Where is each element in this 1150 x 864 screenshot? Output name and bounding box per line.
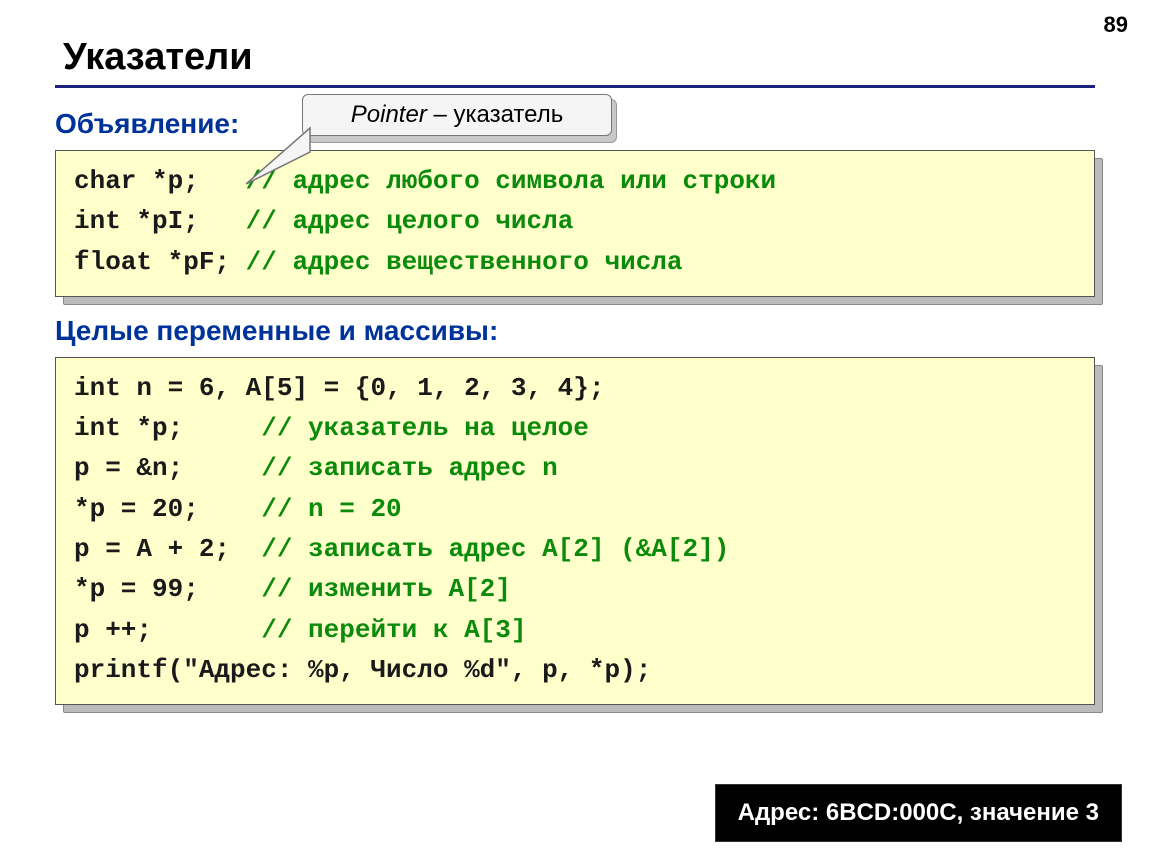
code-comment: // изменить A[2] (261, 574, 511, 604)
code-text: *p = 20; (74, 494, 261, 524)
code-comment: // записать адрес n (261, 453, 557, 483)
callout-bubble: Pointer – указатель (302, 94, 612, 136)
code-line: char *p; // адрес любого символа или стр… (74, 161, 1076, 201)
code-line: p = A + 2; // записать адрес A[2] (&A[2]… (74, 529, 1076, 569)
code-line: printf("Адрес: %p, Число %d", p, *p); (74, 650, 1076, 690)
subheading-variables: Целые переменные и массивы: (55, 315, 1095, 347)
code-comment: // записать адрес A[2] (&A[2]) (261, 534, 729, 564)
code-box-declarations: char *p; // адрес любого символа или стр… (55, 150, 1095, 297)
code-comment: // адрес любого символа или строки (246, 166, 777, 196)
output-box: Адрес: 6BCD:000C, значение 3 (715, 784, 1122, 842)
callout-tail-icon (240, 124, 320, 194)
code-text: int *pI; (74, 206, 246, 236)
code-text: p = A + 2; (74, 534, 261, 564)
title-divider (55, 85, 1095, 88)
code-text: float *pF; (74, 247, 246, 277)
code-line: *p = 99; // изменить A[2] (74, 569, 1076, 609)
callout-rest: – указатель (427, 101, 563, 128)
code-comment: // n = 20 (261, 494, 401, 524)
code-text: p = &n; (74, 453, 261, 483)
code-text: int *p; (74, 413, 261, 443)
code-line: p ++; // перейти к A[3] (74, 610, 1076, 650)
code-text: int n = 6, A[5] = {0, 1, 2, 3, 4}; (74, 373, 605, 403)
slide-title: Указатели (63, 36, 1095, 79)
code-line: *p = 20; // n = 20 (74, 489, 1076, 529)
code-text: p ++; (74, 615, 261, 645)
code-comment: // адрес вещественного числа (246, 247, 683, 277)
code-line: int *pI; // адрес целого числа (74, 201, 1076, 241)
code-comment: // указатель на целое (261, 413, 589, 443)
code-text: char *p; (74, 166, 246, 196)
code-line: int n = 6, A[5] = {0, 1, 2, 3, 4}; (74, 368, 1076, 408)
code-line: float *pF; // адрес вещественного числа (74, 242, 1076, 282)
code-box-usage: int n = 6, A[5] = {0, 1, 2, 3, 4}; int *p… (55, 357, 1095, 705)
code-line: p = &n; // записать адрес n (74, 448, 1076, 488)
code-comment: // перейти к A[3] (261, 615, 526, 645)
code-comment: // адрес целого числа (246, 206, 574, 236)
code-line: int *p; // указатель на целое (74, 408, 1076, 448)
callout-italic: Pointer (351, 101, 427, 128)
page-number: 89 (1104, 12, 1128, 38)
code-text: *p = 99; (74, 574, 261, 604)
code-text: printf("Адрес: %p, Число %d", p, *p); (74, 655, 651, 685)
